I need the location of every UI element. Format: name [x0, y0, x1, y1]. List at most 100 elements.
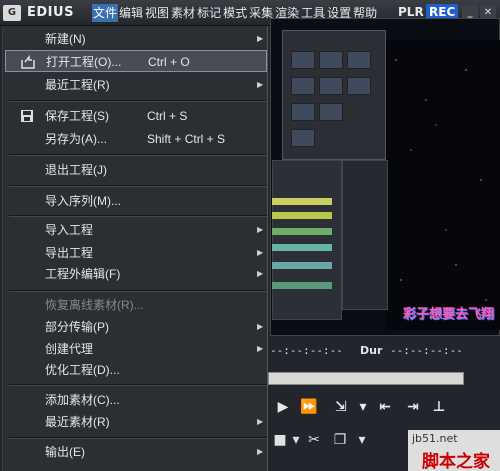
app-title: EDIUS	[27, 5, 74, 20]
timeline-track	[272, 282, 332, 289]
menu-file[interactable]: 文件	[92, 4, 119, 22]
menu-separator	[9, 185, 267, 187]
menu-shortcut: Shift + Ctrl + S	[147, 132, 226, 146]
clip-thumbnail	[291, 103, 315, 121]
scissors-icon[interactable]: ✂	[304, 430, 324, 450]
menu-edit[interactable]: 编辑	[118, 4, 144, 22]
clip-thumbnail	[319, 103, 343, 121]
menu-item-external-edit[interactable]: 工程外编辑(F) ▶	[5, 263, 267, 285]
embedded-screenshot-bin	[282, 30, 386, 160]
timecode-in: --:--:--:--	[270, 344, 343, 357]
menu-item-recent-clips[interactable]: 最近素材(R) ▶	[5, 411, 267, 433]
copy-icon[interactable]: ❐	[330, 430, 350, 450]
timecode-duration: --:--:--:--	[390, 344, 463, 357]
menu-item-new[interactable]: 新建(N) ▶	[5, 28, 267, 50]
chevron-down-icon[interactable]: ▾	[352, 396, 374, 418]
menu-item-optimize-project[interactable]: 优化工程(D)...	[5, 359, 267, 381]
menu-item-add-clip[interactable]: 添加素材(C)...	[5, 389, 267, 411]
menu-shortcut: Ctrl + O	[148, 55, 190, 69]
menu-item-label: 导出工程	[45, 246, 94, 260]
timeline-track	[272, 198, 332, 205]
dur-label: Dur	[360, 344, 383, 357]
submenu-arrow-icon: ▶	[257, 417, 264, 426]
menu-item-label: 另存为(A)...	[45, 132, 107, 146]
clip-thumbnail	[291, 129, 315, 147]
submenu-arrow-icon: ▶	[257, 447, 264, 456]
menu-item-partial-transfer[interactable]: 部分传输(P) ▶	[5, 316, 267, 338]
open-folder-icon	[20, 54, 36, 70]
chevron-down-icon[interactable]: ▾	[352, 430, 372, 450]
menu-item-label: 最近素材(R)	[45, 415, 110, 429]
set-out-icon[interactable]: ⇥	[402, 396, 424, 418]
menu-item-label: 输出(E)	[45, 445, 85, 459]
chevron-down-icon[interactable]: ▾	[286, 430, 306, 450]
submenu-arrow-icon: ▶	[257, 344, 264, 353]
menu-item-save-project[interactable]: 保存工程(S) Ctrl + S	[5, 105, 267, 127]
menu-item-label: 恢复离线素材(R)...	[45, 298, 144, 312]
edius-logo-icon: G	[3, 5, 21, 21]
menu-item-open-project[interactable]: 打开工程(O)... Ctrl + O	[5, 50, 267, 72]
submenu-arrow-icon: ▶	[257, 269, 264, 278]
timeline-track	[272, 262, 332, 269]
submenu-arrow-icon: ▶	[257, 80, 264, 89]
menu-shortcut: Ctrl + S	[147, 109, 188, 123]
menu-item-label: 优化工程(D)...	[45, 363, 120, 377]
menu-item-label: 导入序列(M)...	[45, 194, 121, 208]
menu-item-import-sequence[interactable]: 导入序列(M)...	[5, 190, 267, 212]
clip-thumbnail	[291, 77, 315, 95]
split-icon[interactable]: ⊥	[428, 396, 450, 418]
menu-item-export-project[interactable]: 导出工程 ▶	[5, 242, 267, 264]
menu-mode[interactable]: 模式	[222, 4, 248, 22]
menu-item-output[interactable]: 输出(E) ▶	[5, 441, 267, 463]
menu-item-label: 工程外编辑(F)	[45, 267, 121, 281]
clip-thumbnail	[347, 51, 371, 69]
menu-item-create-proxy[interactable]: 创建代理 ▶	[5, 338, 267, 360]
timeline-track	[272, 244, 332, 251]
embedded-timeline-panel	[272, 160, 342, 320]
menu-item-exit-project[interactable]: 退出工程(J)	[5, 159, 267, 181]
output-icon[interactable]: ⇲	[330, 396, 352, 418]
file-menu-dropdown: 新建(N) ▶ 打开工程(O)... Ctrl + O 最近工程(R) ▶ 保存…	[2, 26, 268, 471]
menu-view[interactable]: 视图	[144, 4, 170, 22]
submenu-arrow-icon: ▶	[257, 248, 264, 257]
menu-separator	[9, 154, 267, 156]
save-disk-icon	[19, 108, 35, 124]
clip-thumbnail	[347, 77, 371, 95]
menu-item-label: 退出工程(J)	[45, 163, 107, 177]
menu-item-label: 添加素材(C)...	[45, 393, 120, 407]
menu-separator	[9, 215, 267, 217]
submenu-arrow-icon: ▶	[257, 322, 264, 331]
submenu-arrow-icon: ▶	[257, 34, 264, 43]
menu-item-import-project[interactable]: 导入工程 ▶	[5, 219, 267, 241]
menu-item-label: 新建(N)	[45, 32, 86, 46]
embedded-info-panel	[342, 160, 388, 310]
timeline-track	[272, 212, 332, 219]
starfield-preview-image	[386, 40, 500, 330]
menu-item-save-as[interactable]: 另存为(A)... Shift + Ctrl + S	[5, 128, 267, 150]
submenu-arrow-icon: ▶	[257, 225, 264, 234]
menu-item-label: 创建代理	[45, 342, 94, 356]
clip-thumbnail	[319, 77, 343, 95]
menu-item-label: 最近工程(R)	[45, 78, 110, 92]
menu-item-label: 打开工程(O)...	[46, 55, 122, 69]
menu-item-label: 导入工程	[45, 223, 94, 237]
set-in-icon[interactable]: ⇤	[374, 396, 396, 418]
menu-separator	[9, 384, 267, 386]
playback-scrub-bar[interactable]	[268, 372, 464, 385]
watermark-url: jb51.net	[412, 432, 458, 445]
plr-toggle[interactable]: PLR	[398, 5, 424, 19]
menu-marker[interactable]: 标记	[196, 4, 222, 22]
transport-controls: ▶ ⏩ ⇲ ▾ ⇤ ⇥ ⊥	[268, 396, 500, 420]
fast-forward-icon[interactable]: ⏩	[298, 396, 320, 418]
menu-separator	[9, 100, 267, 102]
play-icon[interactable]: ▶	[272, 396, 294, 418]
overlay-caption: 彩子想要去飞翔	[403, 307, 495, 322]
timeline-track	[272, 228, 332, 235]
menu-item-recent-projects[interactable]: 最近工程(R) ▶	[5, 74, 267, 96]
menu-item-restore-offline-clip: 恢复离线素材(R)...	[5, 294, 267, 316]
timecode-row: --:--:--:-- Dur --:--:--:--	[268, 340, 500, 362]
menu-clip[interactable]: 素材	[170, 4, 196, 22]
clip-thumbnail	[319, 51, 343, 69]
watermark-name: 脚本之家	[422, 452, 490, 471]
menu-item-label: 部分传输(P)	[45, 320, 109, 334]
